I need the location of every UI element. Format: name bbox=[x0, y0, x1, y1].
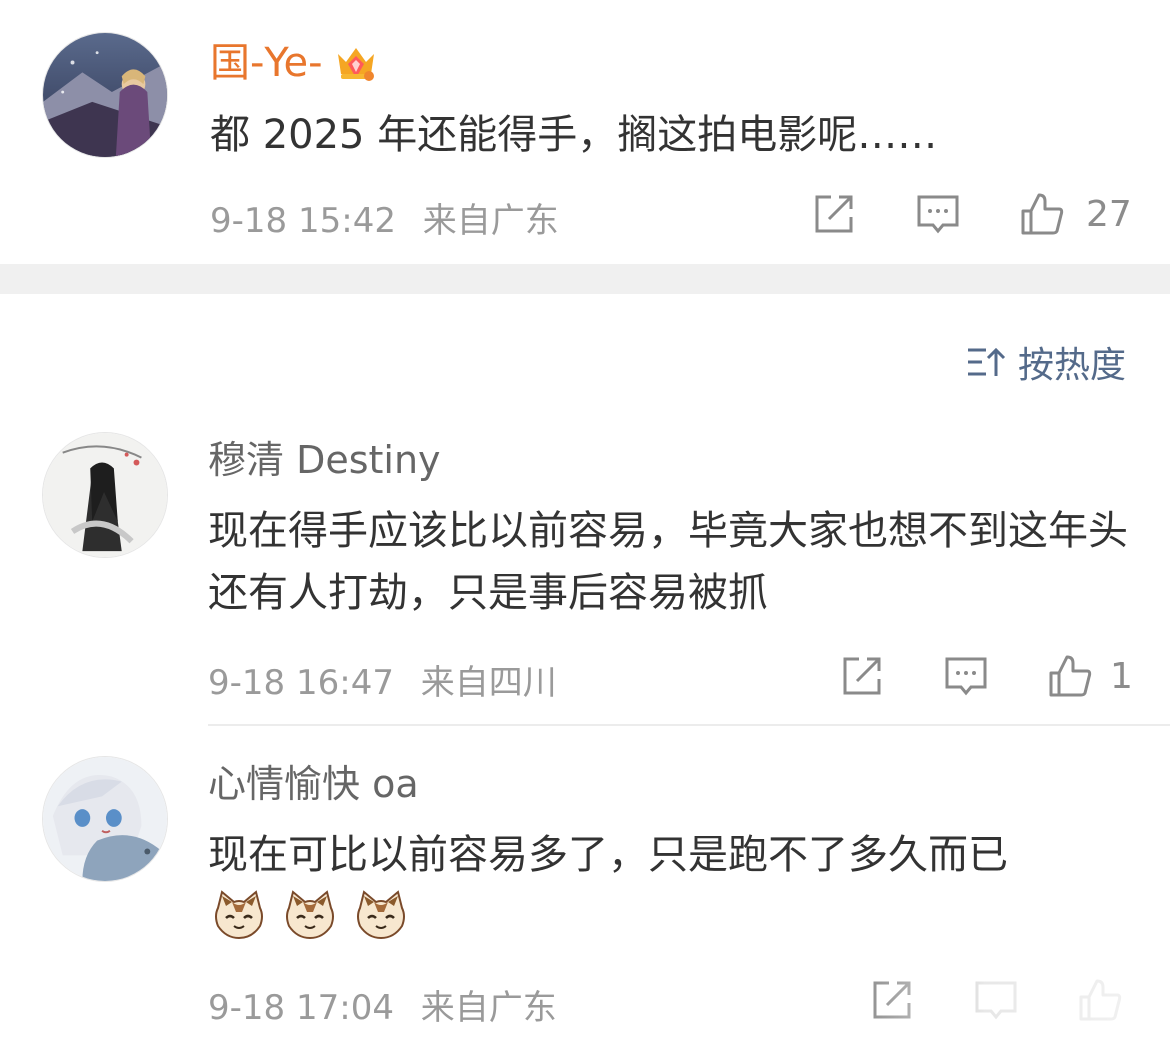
comment-button[interactable] bbox=[914, 190, 962, 238]
sort-icon bbox=[967, 347, 1006, 376]
comment-text: 都 2025 年还能得手，搁这拍电影呢…… bbox=[210, 112, 938, 158]
cat-face-icon bbox=[212, 888, 266, 942]
share-icon bbox=[843, 657, 881, 695]
username[interactable]: 穆清 Destiny bbox=[208, 438, 441, 482]
username-row: 国-Ye- bbox=[210, 40, 379, 86]
cat-face-icon bbox=[354, 888, 408, 942]
like-count: 27 bbox=[1086, 194, 1132, 235]
sort-toggle[interactable]: 按热度 bbox=[966, 336, 1126, 388]
avatar[interactable] bbox=[42, 432, 168, 558]
comment-button[interactable] bbox=[942, 652, 990, 700]
username[interactable]: 国-Ye- bbox=[210, 41, 323, 85]
share-icon bbox=[815, 195, 853, 233]
like-button[interactable] bbox=[1046, 652, 1094, 700]
share-button[interactable] bbox=[838, 652, 886, 700]
like-button[interactable] bbox=[1018, 190, 1066, 238]
comment-time: 9-18 15:42 bbox=[210, 201, 396, 241]
cat-face-icon bbox=[283, 888, 337, 942]
sort-label: 按热度 bbox=[1017, 345, 1126, 386]
comment-time: 9-18 17:04 bbox=[208, 988, 394, 1028]
crown-badge-icon bbox=[333, 40, 379, 86]
comment-meta: 9-18 16:47 来自四川 bbox=[208, 655, 557, 704]
comment-text: 现在可比以前容易多了，只是跑不了多久而已 bbox=[208, 832, 1008, 878]
comment-meta: 9-18 17:04 来自广东 bbox=[208, 980, 557, 1029]
comment-icon bbox=[945, 657, 987, 696]
comment-time: 9-18 16:47 bbox=[208, 663, 394, 703]
comment-icon bbox=[917, 195, 959, 234]
emoji-row bbox=[212, 888, 420, 942]
like-count: 1 bbox=[1110, 656, 1133, 697]
comment-meta: 9-18 15:42 来自广东 bbox=[210, 193, 559, 242]
comment-text: 现在得手应该比以前容易，毕竟大家也想不到这年头还有人打劫，只是事后容易被抓 bbox=[208, 508, 1128, 616]
avatar[interactable] bbox=[42, 756, 168, 882]
comment-location: 来自四川 bbox=[420, 663, 557, 703]
comment-location: 来自广东 bbox=[420, 988, 557, 1028]
avatar[interactable] bbox=[42, 32, 168, 158]
share-button[interactable] bbox=[810, 190, 858, 238]
bottom-fade bbox=[860, 960, 1170, 1039]
top-comment: 国-Ye- 都 2025 年还能得手，搁这拍电影呢…… 9-18 15:42 来… bbox=[0, 0, 1170, 264]
thumbs-up-icon bbox=[1049, 655, 1092, 697]
thumbs-up-icon bbox=[1021, 193, 1064, 235]
reply-divider bbox=[208, 724, 1170, 726]
section-divider bbox=[0, 264, 1170, 294]
username[interactable]: 心情愉快 oa bbox=[208, 762, 419, 806]
comment-location: 来自广东 bbox=[422, 201, 559, 241]
